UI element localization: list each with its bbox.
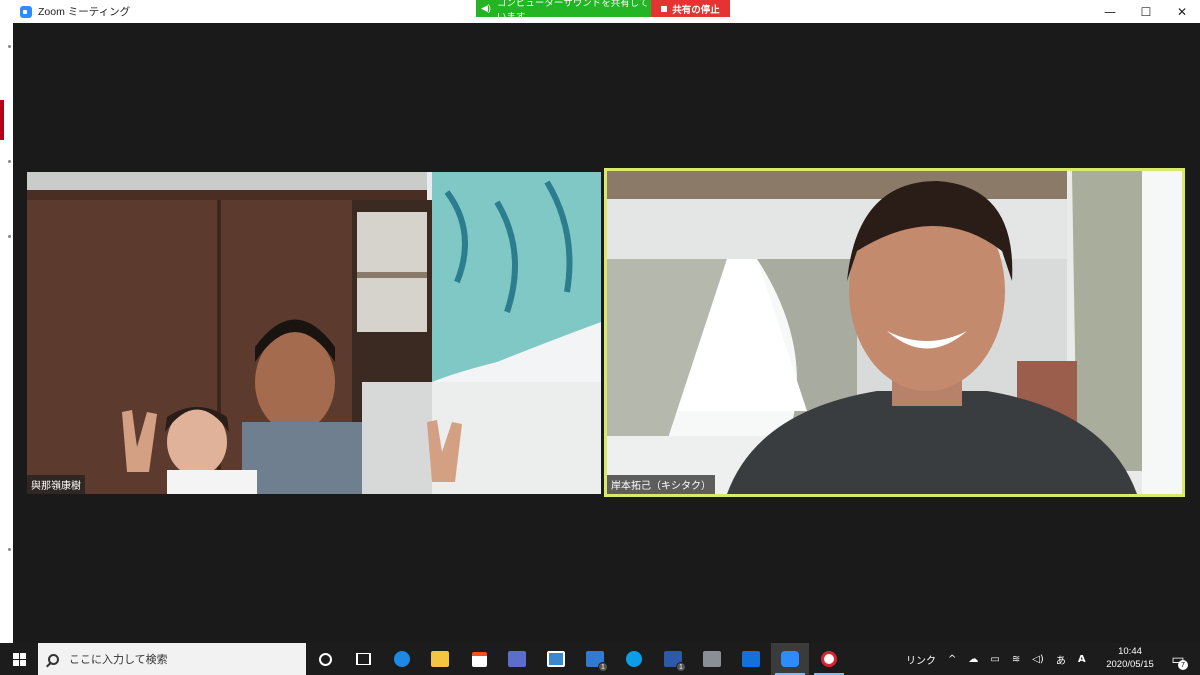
- participant-2-name: 岸本拓己（キシタク）: [607, 475, 715, 494]
- windows-logo-icon: [12, 652, 26, 666]
- close-button[interactable]: ✕: [1164, 0, 1200, 23]
- cortana-icon: [318, 652, 332, 666]
- folder-icon: [431, 651, 449, 667]
- adobe-icon[interactable]: A: [1078, 654, 1086, 665]
- clock-time: 10:44: [1118, 646, 1142, 657]
- store-icon: [471, 651, 487, 667]
- stop-share-button[interactable]: 共有の停止: [651, 0, 730, 17]
- maximize-button[interactable]: ☐: [1128, 0, 1164, 23]
- system-tray: リンク ^ ☁ ▭ ≋ ◁) あ A: [900, 643, 1092, 675]
- share-status-label: コンピューターサウンドを共有しています: [496, 0, 649, 23]
- search-icon: [48, 653, 59, 665]
- battery-icon[interactable]: ▭: [990, 654, 999, 665]
- zoom-icon: [781, 651, 799, 667]
- participant-1-name: 與那嶺康樹: [27, 475, 85, 494]
- participant-1-video: [27, 172, 601, 494]
- news-button[interactable]: [537, 643, 575, 675]
- background-dot: [8, 235, 11, 238]
- notification-count: 7: [1178, 660, 1188, 670]
- wifi-icon[interactable]: ≋: [1012, 654, 1020, 665]
- start-button[interactable]: [0, 643, 38, 675]
- task-view-icon: [355, 653, 371, 665]
- clock-date: 2020/05/15: [1106, 659, 1154, 670]
- window-title: Zoom ミーティング: [38, 6, 131, 18]
- edge-button[interactable]: [383, 643, 421, 675]
- news-icon: [547, 651, 565, 667]
- zoom-meeting-window: Zoom ミーティング — ☐ ✕ ◀) コンピューターサウンドを共有しています…: [13, 0, 1200, 643]
- participant-2-video: [607, 171, 1182, 494]
- skype-icon: [626, 651, 642, 667]
- app-gray-button[interactable]: [693, 643, 731, 675]
- speaker-icon: ◀): [481, 3, 491, 13]
- zoom-taskbar-button[interactable]: [771, 643, 809, 675]
- calculator-icon: [508, 651, 526, 667]
- share-status: ◀) コンピューターサウンドを共有しています: [476, 0, 651, 23]
- app-gray-icon: [703, 651, 721, 667]
- media-icon: [821, 651, 837, 667]
- ime-indicator[interactable]: あ: [1056, 652, 1066, 667]
- pandora-icon: [742, 651, 760, 667]
- video-tile-participant-1[interactable]: 與那嶺康樹: [27, 172, 601, 494]
- background-accent: [0, 100, 4, 140]
- clock[interactable]: 10:44 2020/05/15: [1101, 645, 1159, 671]
- chevron-up-icon[interactable]: ^: [948, 654, 956, 665]
- background-app-strip: [0, 0, 13, 643]
- search-placeholder: ここに入力して検索: [69, 654, 168, 666]
- background-dot: [8, 548, 11, 551]
- links-toolbar[interactable]: リンク: [906, 652, 936, 667]
- store-button[interactable]: [460, 643, 498, 675]
- task-view-button[interactable]: [344, 643, 382, 675]
- stop-share-label: 共有の停止: [672, 4, 720, 16]
- zoom-app-icon: [20, 5, 32, 18]
- calculator-button[interactable]: [498, 643, 536, 675]
- action-center-button[interactable]: ▭ 7: [1163, 643, 1193, 675]
- background-dot: [8, 160, 11, 163]
- edge-icon: [394, 651, 410, 667]
- file-explorer-button[interactable]: [421, 643, 459, 675]
- volume-icon[interactable]: ◁): [1032, 654, 1044, 665]
- minimize-button[interactable]: —: [1092, 0, 1128, 23]
- taskbar-search-box[interactable]: ここに入力して検索: [38, 643, 306, 675]
- mail-badge: 1: [598, 662, 608, 672]
- background-dot: [8, 45, 11, 48]
- onedrive-icon[interactable]: ☁: [968, 654, 978, 665]
- stop-icon: [661, 5, 668, 12]
- cortana-button[interactable]: [306, 643, 344, 675]
- facebook-button[interactable]: 1: [654, 643, 692, 675]
- video-tile-participant-2[interactable]: 岸本拓己（キシタク）: [604, 168, 1185, 497]
- media-button[interactable]: [810, 643, 848, 675]
- pandora-button[interactable]: [732, 643, 770, 675]
- screen-share-bar: ◀) コンピューターサウンドを共有しています 共有の停止: [476, 0, 730, 23]
- skype-button[interactable]: [615, 643, 653, 675]
- facebook-badge: 1: [676, 662, 686, 672]
- mail-button[interactable]: 1: [576, 643, 614, 675]
